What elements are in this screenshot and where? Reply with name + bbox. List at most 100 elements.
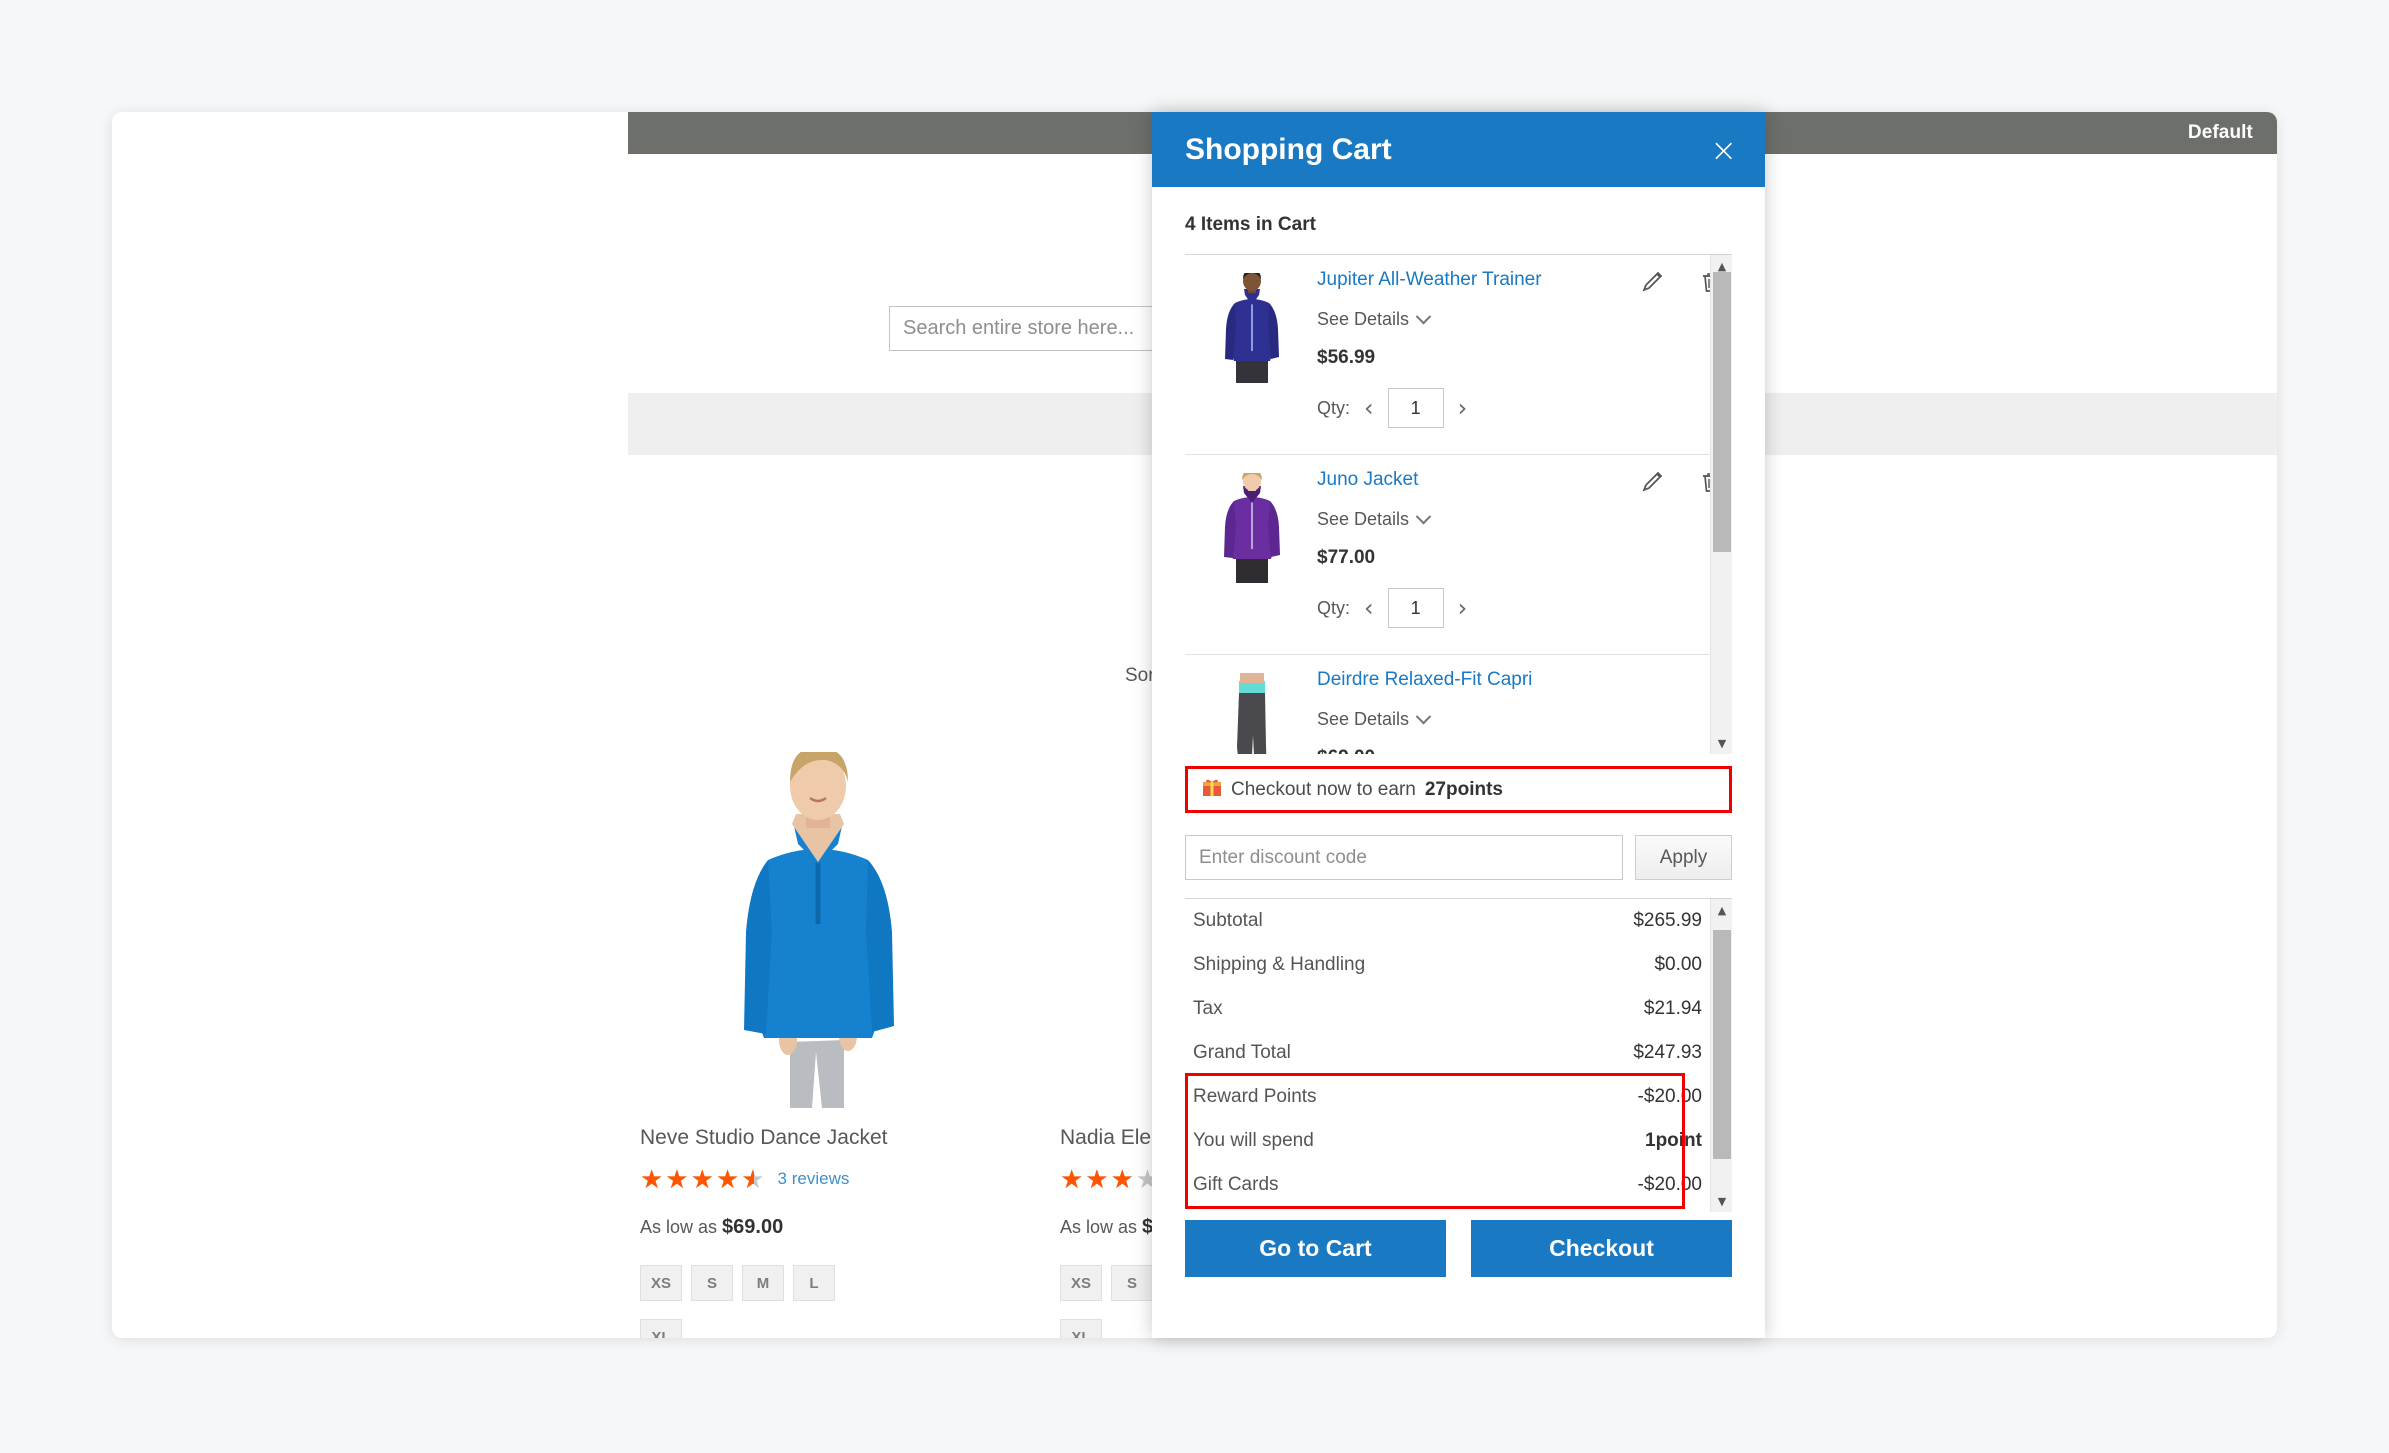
cart-item-name-link[interactable]: Deirdre Relaxed-Fit Capri [1317,669,1732,691]
cart-item: Deirdre Relaxed-Fit Capri See Details $6… [1185,655,1732,754]
apply-discount-button[interactable]: Apply [1635,835,1732,880]
edit-pencil-icon[interactable] [1640,269,1666,295]
cart-item-price: $69.00 [1317,747,1732,754]
total-label: Subtotal [1193,910,1263,931]
reward-banner-text: Checkout now to earn [1231,778,1416,800]
discount-code-row: Apply [1185,835,1732,880]
chevron-down-icon [1415,708,1432,725]
total-row: Shipping & Handling $0.00 [1185,943,1704,987]
qty-decrease-icon[interactable]: ‹ [1364,396,1374,420]
cart-title: Shopping Cart [1185,132,1392,166]
cart-totals: Subtotal $265.99 Shipping & Handling $0.… [1185,898,1732,1212]
cart-items-scrollbar[interactable]: ▲ ▼ [1710,255,1732,754]
price-prefix: As low as [640,1217,718,1237]
scroll-down-icon[interactable]: ▼ [1711,1190,1732,1212]
see-details-label: See Details [1317,309,1410,329]
total-row: You will earn 27points [1185,1207,1704,1212]
total-label: Grand Total [1193,1042,1291,1063]
qty-increase-icon[interactable]: › [1458,396,1468,420]
size-swatches: XS S M L XL [640,1265,970,1338]
cart-item-price: $56.99 [1317,347,1376,368]
total-value: $247.93 [1633,1042,1702,1063]
cart-item-thumbnail[interactable] [1209,473,1295,583]
cart-item: Juno Jacket See Details $77.00 Qty: ‹ 1 … [1185,455,1732,655]
chevron-down-icon [1415,308,1432,325]
cart-item-qty-control: Qty: ‹ 1 › [1317,388,1732,428]
scrollbar-thumb[interactable] [1713,272,1731,552]
product-name[interactable]: Neve Studio Dance Jacket [640,1126,996,1150]
cart-item-body: Deirdre Relaxed-Fit Capri See Details $6… [1317,669,1732,754]
price-value: $69.00 [722,1216,784,1238]
edit-pencil-icon[interactable] [1640,469,1666,495]
see-details-label: See Details [1317,509,1410,529]
total-row: Grand Total $247.93 [1185,1031,1704,1075]
reward-banner-points: 27points [1424,778,1503,800]
size-swatch[interactable]: XS [1060,1265,1102,1301]
total-label: Gift Cards [1193,1174,1279,1195]
size-swatch[interactable]: S [691,1265,733,1301]
cart-item-body: Jupiter All-Weather Trainer See Details … [1317,269,1732,436]
qty-input[interactable]: 1 [1387,588,1444,628]
cart-totals-list: Subtotal $265.99 Shipping & Handling $0.… [1185,899,1732,1212]
total-value: 1point [1645,1130,1702,1151]
size-swatch[interactable]: L [793,1265,835,1301]
product-rating: ★★★★★ ★★★★★ 3 reviews [640,1166,996,1192]
star-rating-icon: ★★★★★ ★★★★★ [640,1164,767,1194]
product-reviews-link[interactable]: 3 reviews [778,1169,850,1189]
total-label: Tax [1193,998,1223,1019]
cart-item-body: Juno Jacket See Details $77.00 Qty: ‹ 1 … [1317,469,1732,636]
cart-items-list: Jupiter All-Weather Trainer See Details … [1185,254,1732,754]
product-card[interactable]: Neve Studio Dance Jacket ★★★★★ ★★★★★ 3 r… [640,752,996,1338]
total-value: $265.99 [1633,910,1702,931]
total-label: You will spend [1193,1130,1314,1151]
see-details-label: See Details [1317,709,1410,729]
cart-action-buttons: Go to Cart Checkout [1185,1220,1732,1277]
size-swatch[interactable]: S [1111,1265,1153,1301]
qty-increase-icon[interactable]: › [1458,596,1468,620]
see-details-toggle[interactable]: See Details [1317,708,1732,730]
store-switcher-label: Default [2187,122,2253,143]
total-value: $21.94 [1643,998,1702,1019]
scroll-up-icon[interactable]: ▲ [1711,899,1732,921]
size-swatch[interactable]: XS [640,1265,682,1301]
total-row: You will spend 1point [1185,1119,1704,1163]
scroll-down-icon[interactable]: ▼ [1711,732,1732,754]
qty-label: Qty: [1317,597,1351,618]
see-details-toggle[interactable]: See Details [1317,508,1732,530]
product-image-neve-studio-dance-jacket[interactable] [640,752,996,1108]
total-value: $0.00 [1654,954,1702,975]
gift-icon [1202,777,1222,803]
scrollbar-thumb[interactable] [1713,930,1731,1159]
shopping-cart-panel: Shopping Cart × 4 Items in Cart Jupiter … [1152,112,1765,1338]
cart-totals-scrollbar[interactable]: ▲ ▼ [1710,899,1732,1212]
cart-item-qty-control: Qty: ‹ 1 › [1317,588,1732,628]
qty-input[interactable]: 1 [1387,388,1444,428]
total-label: Shipping & Handling [1193,954,1366,975]
total-row: Tax $21.94 [1185,987,1704,1031]
cart-item-price: $77.00 [1317,547,1376,568]
price-prefix: As low as [1060,1217,1138,1237]
qty-label: Qty: [1317,397,1351,418]
go-to-cart-button[interactable]: Go to Cart [1185,1220,1446,1277]
size-swatch[interactable]: XL [1060,1319,1102,1338]
total-value: -$20.00 [1637,1086,1702,1107]
cart-item: Jupiter All-Weather Trainer See Details … [1185,255,1732,455]
total-value: -$20.00 [1637,1174,1702,1195]
cart-header: Shopping Cart × [1152,112,1765,187]
cart-items-count: 4 Items in Cart [1185,214,1316,235]
discount-code-input[interactable] [1185,835,1623,880]
total-row: Reward Points -$20.00 [1185,1075,1704,1119]
qty-decrease-icon[interactable]: ‹ [1364,596,1374,620]
total-label: Reward Points [1193,1086,1317,1107]
size-swatch[interactable]: XL [640,1319,682,1338]
checkout-button[interactable]: Checkout [1471,1220,1732,1277]
see-details-toggle[interactable]: See Details [1317,308,1732,330]
chevron-down-icon [1415,508,1432,525]
cart-item-thumbnail[interactable] [1209,673,1295,754]
size-swatch[interactable]: M [742,1265,784,1301]
product-price: As low as $69.00 [640,1216,996,1239]
total-row: Subtotal $265.99 [1185,899,1704,943]
close-icon[interactable]: × [1710,134,1737,166]
total-row: Gift Cards -$20.00 [1185,1163,1704,1207]
cart-item-thumbnail[interactable] [1209,273,1295,383]
